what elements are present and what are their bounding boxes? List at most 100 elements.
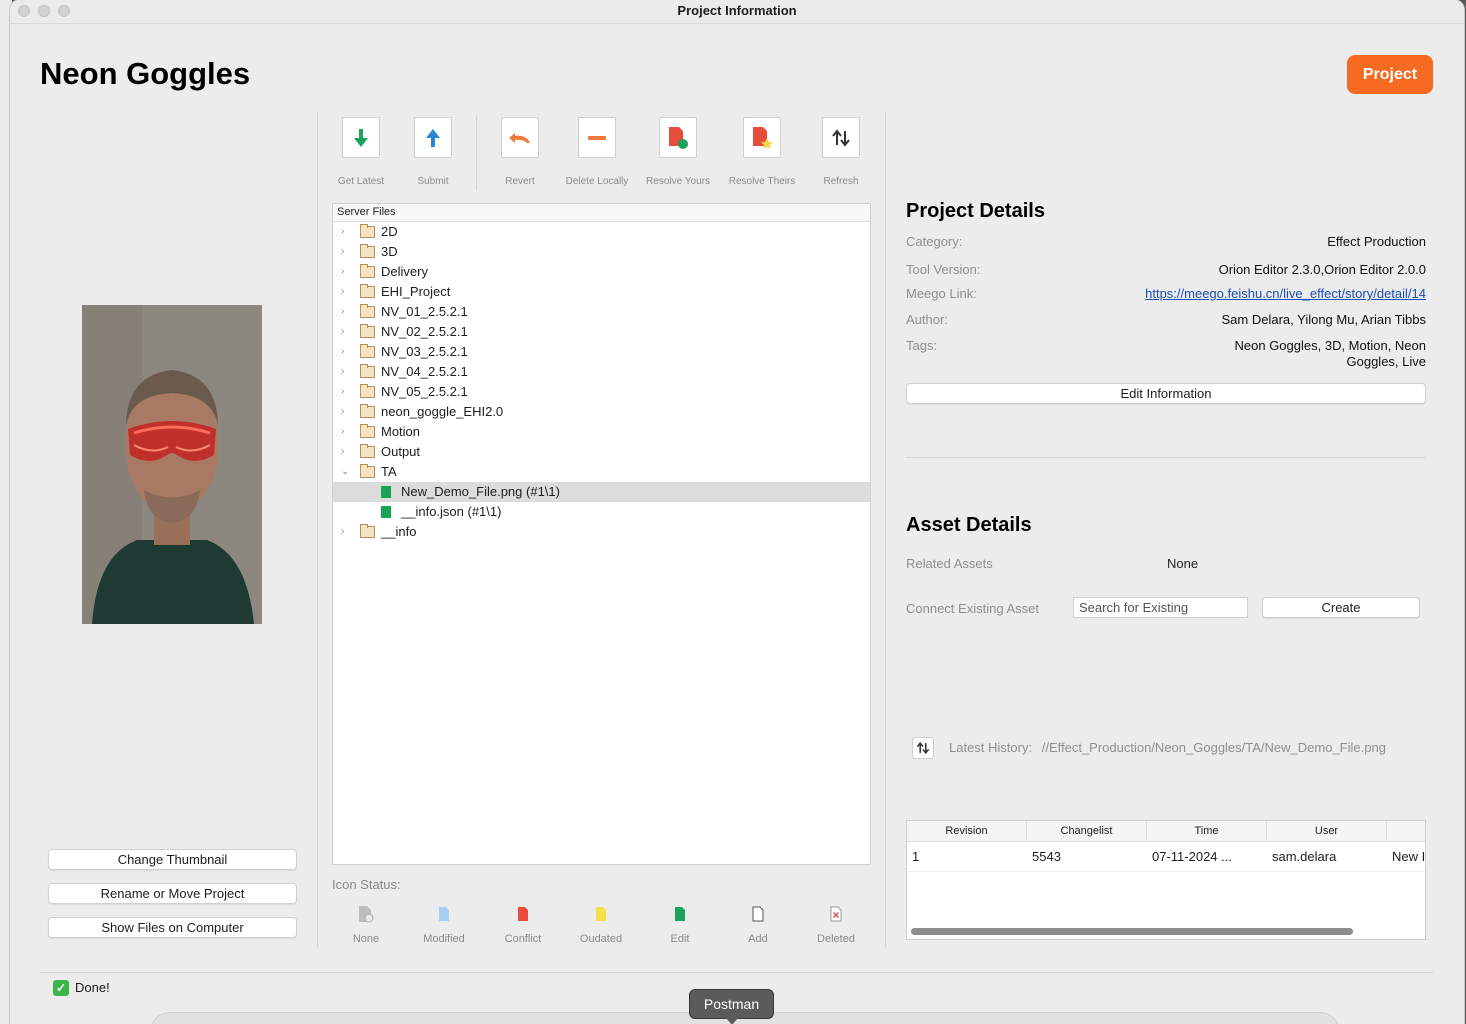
get-latest-tool[interactable]: Get Latest: [321, 117, 401, 187]
tree-folder-row[interactable]: › 3D: [333, 242, 870, 262]
history-horizontal-scrollbar[interactable]: [911, 928, 1353, 935]
refresh-icon: [916, 741, 930, 755]
tree-folder-row[interactable]: › EHI_Project: [333, 282, 870, 302]
status-deleted: Deleted: [801, 905, 871, 945]
tree-folder-row[interactable]: › NV_01_2.5.2.1: [333, 302, 870, 322]
chevron-right-icon[interactable]: ›: [341, 242, 344, 262]
create-asset-button[interactable]: Create: [1262, 597, 1420, 618]
folder-icon: [360, 344, 375, 358]
table-row[interactable]: 1 5543 07-11-2024 ... sam.delara New I: [907, 842, 1425, 872]
minimize-window-button[interactable]: [38, 5, 50, 17]
chevron-right-icon[interactable]: ›: [341, 522, 344, 542]
project-badge-button[interactable]: Project: [1347, 55, 1433, 94]
chevron-right-icon[interactable]: ›: [341, 262, 344, 282]
edit-information-button[interactable]: Edit Information: [906, 383, 1426, 404]
tree-folder-row[interactable]: › Output: [333, 442, 870, 462]
rename-or-move-project-button[interactable]: Rename or Move Project: [48, 883, 297, 904]
chevron-right-icon[interactable]: ›: [341, 422, 344, 442]
tree-item-label: EHI_Project: [381, 284, 451, 299]
status-outdated-label: Oudated: [579, 933, 623, 945]
meego-link[interactable]: https://meego.feishu.cn/live_effect/stor…: [1145, 286, 1426, 301]
title-bar: Project Information: [10, 0, 1464, 24]
tree-item-label: NV_05_2.5.2.1: [381, 384, 468, 399]
resolve-yours-tool[interactable]: Resolve Yours: [638, 117, 718, 187]
tree-folder-row[interactable]: › Motion: [333, 422, 870, 442]
folder-icon: [360, 464, 375, 478]
column-description[interactable]: D: [1387, 821, 1425, 841]
cell-time: 07-11-2024 ...: [1152, 849, 1232, 864]
column-user[interactable]: User: [1267, 821, 1387, 841]
tree-file-row[interactable]: New_Demo_File.png (#1\1): [333, 482, 870, 502]
tree-item-label: Delivery: [381, 264, 428, 279]
chevron-right-icon[interactable]: ›: [341, 442, 344, 462]
revert-label: Revert: [505, 176, 535, 187]
category-value: Effect Production: [1327, 234, 1426, 249]
tags-label: Tags:: [906, 338, 938, 353]
tree-folder-row[interactable]: › NV_02_2.5.2.1: [333, 322, 870, 342]
submit-tool[interactable]: Submit: [393, 117, 473, 187]
folder-icon: [360, 264, 375, 278]
history-refresh-button[interactable]: [912, 737, 934, 759]
left-divider: [317, 112, 318, 947]
tree-folder-row[interactable]: ⌄ TA: [333, 462, 870, 482]
tree-file-row[interactable]: __info.json (#1\1): [333, 502, 870, 522]
resolve-yours-icon: [659, 117, 697, 158]
tree-folder-row[interactable]: › NV_05_2.5.2.1: [333, 382, 870, 402]
project-thumbnail: [82, 305, 262, 624]
show-files-on-computer-button[interactable]: Show Files on Computer: [48, 917, 297, 938]
resolve-theirs-icon: [743, 117, 781, 158]
chevron-right-icon[interactable]: ›: [341, 362, 344, 382]
chevron-right-icon[interactable]: ›: [341, 342, 344, 362]
tree-item-label: neon_goggle_EHI2.0: [381, 404, 504, 419]
delete-locally-tool[interactable]: Delete Locally: [557, 117, 637, 187]
chevron-right-icon[interactable]: ›: [341, 402, 344, 422]
folder-icon: [360, 524, 375, 538]
chevron-right-icon[interactable]: ›: [341, 302, 344, 322]
search-existing-input[interactable]: [1073, 597, 1248, 618]
project-details-title: Project Details: [906, 200, 1045, 222]
status-edit: Edit: [645, 905, 715, 945]
minus-icon: [578, 117, 616, 158]
author-value: Sam Delara, Yilong Mu, Arian Tibbs: [1221, 312, 1427, 327]
folder-icon: [360, 284, 375, 298]
change-thumbnail-button[interactable]: Change Thumbnail: [48, 849, 297, 870]
cell-description: New I: [1392, 849, 1426, 864]
tree-item-label: TA: [381, 464, 397, 479]
dock-tooltip: Postman: [689, 989, 774, 1024]
tree-folder-row[interactable]: › Delivery: [333, 262, 870, 282]
resolve-yours-label: Resolve Yours: [646, 176, 710, 187]
file-icon: [381, 486, 391, 498]
column-changelist[interactable]: Changelist: [1027, 821, 1147, 841]
tree-folder-row[interactable]: › NV_04_2.5.2.1: [333, 362, 870, 382]
tree-item-label: NV_03_2.5.2.1: [381, 344, 468, 359]
tree-folder-row[interactable]: › 2D: [333, 222, 870, 242]
chevron-right-icon[interactable]: ›: [341, 282, 344, 302]
chevron-right-icon[interactable]: ›: [341, 222, 344, 242]
revert-tool[interactable]: Revert: [480, 117, 560, 187]
chevron-right-icon[interactable]: ›: [341, 382, 344, 402]
window-title: Project Information: [677, 3, 797, 18]
history-table[interactable]: Revision Changelist Time User D 1 5543 0…: [906, 820, 1426, 940]
server-files-tree[interactable]: Server Files › 2D › 3D › Delivery › EHI_Project…: [332, 203, 871, 865]
meego-link-label: Meego Link:: [906, 286, 977, 301]
outdated-status-icon: [566, 905, 636, 923]
column-revision[interactable]: Revision: [907, 821, 1027, 841]
asset-details-title: Asset Details: [906, 514, 1032, 536]
status-none-label: None: [352, 933, 380, 945]
column-time[interactable]: Time: [1147, 821, 1267, 841]
arrow-up-icon: [414, 117, 452, 158]
latest-history-path: //Effect_Production/Neon_Goggles/TA/New_…: [1041, 740, 1386, 755]
chevron-down-icon[interactable]: ⌄: [341, 462, 349, 482]
tree-folder-row[interactable]: › __info: [333, 522, 870, 542]
close-window-button[interactable]: [18, 5, 30, 17]
cell-revision: 1: [912, 849, 920, 864]
refresh-tool[interactable]: Refresh: [801, 117, 881, 187]
chevron-right-icon[interactable]: ›: [341, 322, 344, 342]
tree-folder-row[interactable]: › neon_goggle_EHI2.0: [333, 402, 870, 422]
tree-folder-row[interactable]: › NV_03_2.5.2.1: [333, 342, 870, 362]
resolve-theirs-tool[interactable]: Resolve Theirs: [722, 117, 802, 187]
status-edit-label: Edit: [670, 933, 690, 945]
folder-icon: [360, 304, 375, 318]
zoom-window-button[interactable]: [58, 5, 70, 17]
status-conflict: Conflict: [488, 905, 558, 945]
